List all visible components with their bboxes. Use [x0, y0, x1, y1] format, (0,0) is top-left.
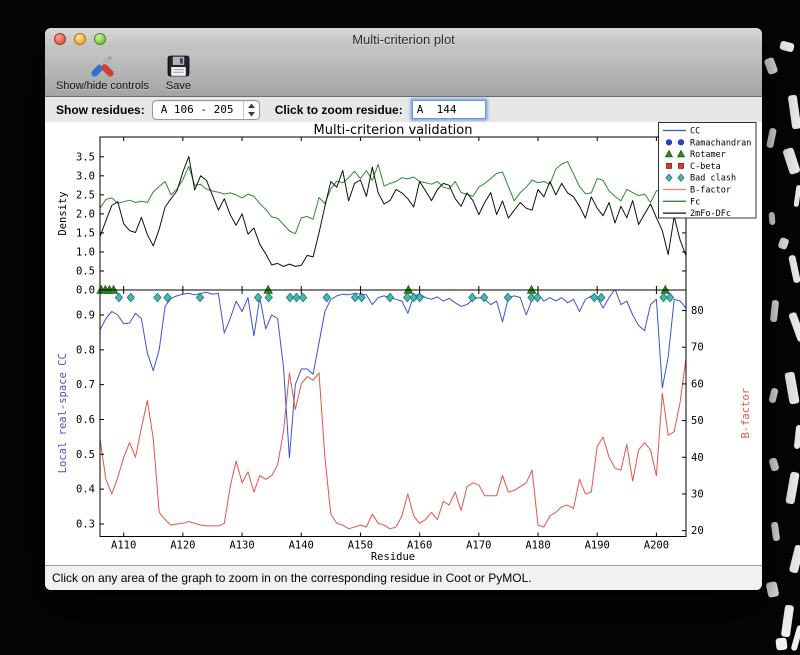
svg-text:A150: A150	[348, 540, 373, 552]
svg-text:0.9: 0.9	[76, 310, 95, 322]
series-2mFo-DFc	[100, 155, 686, 267]
desktop-artifact	[785, 471, 800, 505]
svg-text:2.5: 2.5	[76, 189, 95, 201]
svg-text:Local real-space CC: Local real-space CC	[57, 353, 69, 473]
series-B-factor	[100, 358, 686, 530]
status-text: Click on any area of the graph to zoom i…	[52, 571, 532, 585]
floppy-icon	[167, 55, 190, 77]
desktop-artifact	[768, 211, 776, 226]
legend-label: CC	[690, 127, 700, 137]
desktop-artifact	[777, 236, 790, 251]
stepper-arrows-icon[interactable]	[242, 100, 259, 119]
window-title: Multi-criterion plot	[352, 32, 455, 47]
desktop-artifact	[788, 544, 800, 574]
svg-text:0.4: 0.4	[76, 484, 95, 496]
app-window: Multi-criterion plot Show/hide controls	[45, 28, 762, 590]
desktop-artifact	[763, 56, 779, 76]
legend-label: B-factor	[690, 186, 731, 196]
legend-label: Fc	[690, 197, 700, 207]
svg-text:30: 30	[691, 488, 704, 500]
svg-text:60: 60	[691, 378, 704, 390]
desktop-artifact	[782, 146, 800, 176]
svg-text:70: 70	[691, 342, 704, 354]
svg-text:0.5: 0.5	[76, 449, 95, 461]
svg-text:1.0: 1.0	[76, 246, 95, 258]
desktop-artifact	[788, 254, 800, 284]
svg-text:0.8: 0.8	[76, 344, 95, 356]
desktop-artifact	[779, 40, 795, 53]
legend-label: C-beta	[690, 162, 721, 172]
desktop-artifact	[790, 624, 800, 652]
tools-icon	[91, 54, 114, 77]
legend-label: 2mFo-DFc	[690, 209, 731, 219]
svg-text:Multi-criterion validation: Multi-criterion validation	[314, 123, 473, 138]
svg-text:A130: A130	[229, 540, 254, 552]
svg-text:B-factor: B-factor	[740, 388, 752, 439]
desktop-artifact	[784, 371, 800, 405]
svg-text:A180: A180	[525, 540, 550, 552]
save-button[interactable]: Save	[160, 52, 197, 93]
bottom-plot-frame	[99, 289, 687, 537]
svg-text:A190: A190	[585, 540, 610, 552]
desktop-artifact	[787, 94, 800, 130]
save-label: Save	[165, 80, 191, 92]
svg-text:3.5: 3.5	[76, 151, 95, 163]
legend-label: Bad clash	[690, 174, 736, 184]
svg-text:0.7: 0.7	[76, 379, 95, 391]
svg-text:0.5: 0.5	[76, 265, 95, 277]
legend-label: Rotamer	[690, 150, 726, 160]
top-plot-series	[100, 155, 686, 267]
svg-text:A140: A140	[289, 540, 314, 552]
svg-text:A160: A160	[407, 540, 432, 552]
svg-text:Residue: Residue	[371, 551, 415, 563]
desktop-artifact	[770, 521, 781, 542]
toolbar: Show/hide controls Save	[45, 50, 762, 97]
controls-row: Show residues: A 106 - 205 Click to zoom…	[45, 97, 762, 122]
desktop-artifact	[768, 457, 780, 472]
desktop-artifact	[780, 604, 795, 638]
titlebar[interactable]: Multi-criterion plot	[45, 28, 762, 50]
svg-text:40: 40	[691, 452, 704, 464]
zoom-residue-input[interactable]	[411, 100, 486, 119]
svg-text:A120: A120	[170, 540, 195, 552]
svg-text:A170: A170	[466, 540, 491, 552]
zoom-residue-label: Click to zoom residue:	[274, 102, 403, 117]
legend-label: Ramachandran	[690, 138, 751, 148]
svg-text:Density: Density	[57, 191, 69, 235]
show-hide-controls-label: Show/hide controls	[56, 80, 149, 92]
desktop-artifact	[793, 184, 800, 208]
svg-text:0.0: 0.0	[76, 285, 95, 297]
bottom-plot-series	[100, 290, 686, 530]
show-residues-label: Show residues:	[56, 102, 145, 117]
svg-text:20: 20	[691, 525, 704, 537]
show-residues-select[interactable]: A 106 - 205	[151, 99, 260, 120]
svg-text:0.3: 0.3	[76, 518, 95, 530]
svg-text:0.6: 0.6	[76, 414, 95, 426]
plot-canvas[interactable]: 0.0 0.5 1.0 1.5 2.0 2.5 3.0 3.5 0.3 0.4 0.5 0.6 0.7 0…	[45, 122, 762, 565]
desktop-artifact	[788, 311, 800, 343]
svg-text:2.0: 2.0	[76, 208, 95, 220]
desktop-artifact	[765, 581, 780, 598]
svg-text:3.0: 3.0	[76, 170, 95, 182]
status-bar: Click on any area of the graph to zoom i…	[45, 565, 762, 590]
show-hide-controls-button[interactable]: Show/hide controls	[51, 52, 154, 93]
desktop-artifact	[768, 387, 779, 404]
series-Fc	[100, 161, 686, 235]
svg-text:50: 50	[691, 415, 704, 427]
svg-text:80: 80	[691, 305, 704, 317]
svg-text:A110: A110	[111, 540, 136, 552]
validation-plot[interactable]: 0.0 0.5 1.0 1.5 2.0 2.5 3.0 3.5 0.3 0.4 0.5 0.6 0.7 0…	[45, 122, 762, 565]
desktop-artifact	[765, 127, 778, 149]
svg-text:A200: A200	[644, 540, 669, 552]
desktop: Multi-criterion plot Show/hide controls	[0, 0, 800, 655]
desktop-artifact	[769, 299, 780, 323]
series-CC	[100, 290, 686, 459]
svg-text:1.5: 1.5	[76, 227, 95, 239]
show-residues-value: A 106 - 205	[160, 103, 234, 116]
desktop-artifact	[775, 637, 788, 651]
desktop-artifact	[793, 424, 800, 450]
